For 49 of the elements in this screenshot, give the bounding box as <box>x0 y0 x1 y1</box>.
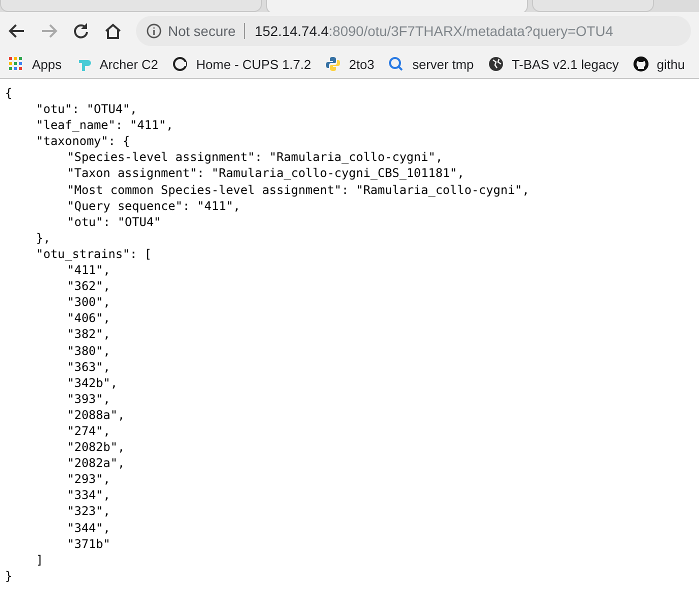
apps-grid-icon <box>8 56 24 72</box>
reload-icon[interactable] <box>72 22 90 40</box>
bookmark-link[interactable]: Archer C2 <box>76 56 158 72</box>
home-icon[interactable] <box>104 22 122 40</box>
code-line: "334", <box>67 487 112 504</box>
code-line: "Query sequence": "411", <box>67 198 242 214</box>
code-line: "362", <box>67 278 112 294</box>
code-line: "300", <box>67 294 112 310</box>
back-icon[interactable] <box>8 22 26 40</box>
bookmark-link[interactable]: Home - CUPS 1.7.2 <box>172 56 312 72</box>
code-line: "293", <box>67 471 112 488</box>
code-line: "371b" <box>67 536 112 552</box>
security-label: Not secure <box>168 23 245 39</box>
code-line: "2082b", <box>67 439 126 456</box>
code-line: "leaf_name": "411", <box>36 117 174 134</box>
code-line: ] <box>36 552 44 568</box>
bookmark-link[interactable]: server tmp <box>388 56 474 72</box>
code-line: "393", <box>67 390 112 407</box>
code-line: "otu_strains": [ <box>36 246 153 262</box>
code-line: "323", <box>67 503 112 520</box>
code-line: "406", <box>67 310 112 326</box>
code-line: "2082a", <box>67 455 126 472</box>
code-line: "380", <box>67 342 112 359</box>
c-logo-icon <box>172 56 188 72</box>
code-line: "344", <box>67 520 112 536</box>
github-icon <box>632 56 649 72</box>
code-line: "363", <box>67 358 112 375</box>
code-line: }, <box>36 230 52 246</box>
url-text: 152.14.74.4:8090/otu/3F7THARX/metadata?query=OTU4 <box>254 23 614 39</box>
code-line: "2088a", <box>67 406 126 423</box>
code-line: "Species-level assignment": "Ramularia_collo-cygni", <box>67 149 444 166</box>
info-icon[interactable] <box>146 23 162 39</box>
code-line: "382", <box>67 326 112 342</box>
code-line: "411", <box>67 262 112 278</box>
bookmark-link[interactable]: 2to3 <box>325 56 374 72</box>
python-icon <box>325 56 342 72</box>
bookmark-link[interactable]: githu <box>632 56 685 72</box>
code-line: "274", <box>67 422 112 440</box>
bookmark-link[interactable]: Apps <box>8 56 62 72</box>
code-line: "342b", <box>67 374 119 391</box>
code-line: "otu": "OTU4", <box>36 101 138 118</box>
code-line: "Most common Species-level assignment": "Ramularia_collo-cygni", <box>67 182 530 198</box>
address-bar[interactable]: Not secure 152.14.74.4:8090/otu/3F7THARX/metadata?query=OTU4 <box>136 16 691 46</box>
code-line: "otu": "OTU4" <box>67 214 162 230</box>
code-line: } <box>5 568 14 584</box>
code-line: { <box>5 85 14 102</box>
bookmark-link[interactable]: T-BAS v2.1 legacy <box>488 56 619 72</box>
code-line: "Taxon assignment": "Ramularia_collo-cygni_CBS_101181", <box>67 165 466 182</box>
code-line: "taxonomy": { <box>36 133 131 150</box>
